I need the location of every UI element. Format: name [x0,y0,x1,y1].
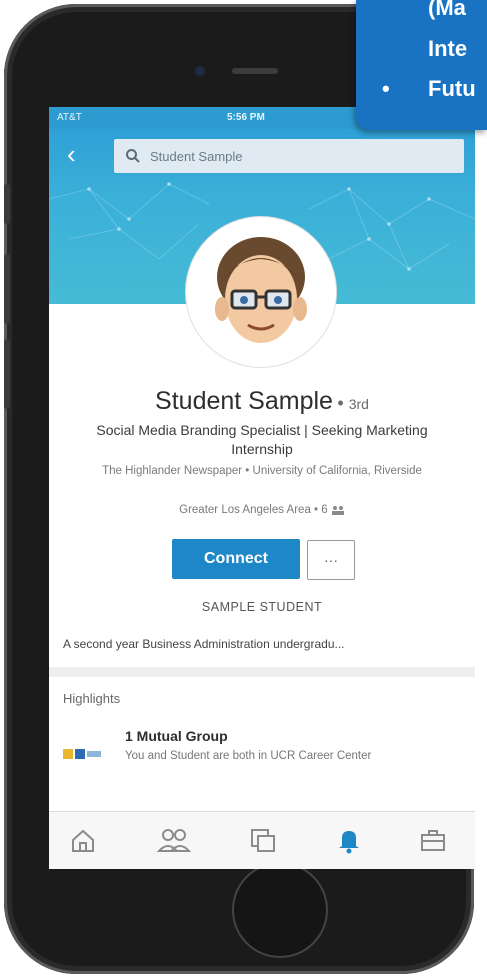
home-button[interactable] [232,862,328,958]
profile-summary[interactable]: A second year Business Administration un… [63,637,463,651]
jobs-icon[interactable] [419,826,447,854]
volume-down-button [4,339,10,409]
slide-callout-box: (Ma Inte • Futu [356,0,487,130]
volume-up-button [4,254,10,324]
connection-degree: 3rd [348,396,369,412]
bottom-tab-bar [49,811,475,869]
group-logo-icon [63,749,101,759]
phone-screen: AT&T 5:56 PM ‹ Student Sample Student Sa… [49,107,475,869]
clock: 5:56 PM [227,112,265,123]
speaker-grille [232,68,278,74]
highlights-title: Highlights [63,691,121,706]
callout-line-2: Inte [428,36,468,61]
profile-headline: Social Media Branding Specialist | Seeki… [96,422,428,457]
profile-sample-label: SAMPLE STUDENT [201,600,323,614]
search-input[interactable]: Student Sample [114,139,464,173]
profile-company: The Highlander Newspaper • University of… [102,465,422,477]
profile-name: Student Sample [155,387,333,415]
callout-bullet: • [382,76,390,101]
separator-dot: • [337,393,349,413]
phone-frame: AT&T 5:56 PM ‹ Student Sample Student Sa… [4,4,475,974]
home-icon[interactable] [69,826,97,854]
callout-line-3: Futu [428,76,476,101]
mute-switch [4,184,10,224]
messaging-icon[interactable] [249,826,277,854]
back-chevron-icon[interactable]: ‹ [67,141,89,169]
search-icon [126,149,140,163]
connections-icon [331,505,344,515]
mutual-group-title[interactable]: 1 Mutual Group [125,728,228,744]
more-options-button[interactable]: ··· [307,540,355,580]
profile-name-row: Student Sample • 3rd [49,387,475,416]
location-text: Greater Los Angeles Area • 6 [179,504,328,516]
my-network-icon[interactable] [157,826,191,854]
section-divider [49,667,475,677]
connect-button[interactable]: Connect [172,539,300,579]
front-camera [195,66,205,76]
mutual-group-description: You and Student are both in UCR Career C… [125,750,372,762]
callout-line-1: (Ma [428,0,466,20]
profile-location: Greater Los Angeles Area • 6 [49,504,475,516]
avatar[interactable] [186,217,336,367]
notifications-icon[interactable] [335,826,363,854]
carrier-label: AT&T [57,112,82,123]
search-value: Student Sample [150,148,243,164]
bitmoji-avatar-icon [193,224,329,360]
